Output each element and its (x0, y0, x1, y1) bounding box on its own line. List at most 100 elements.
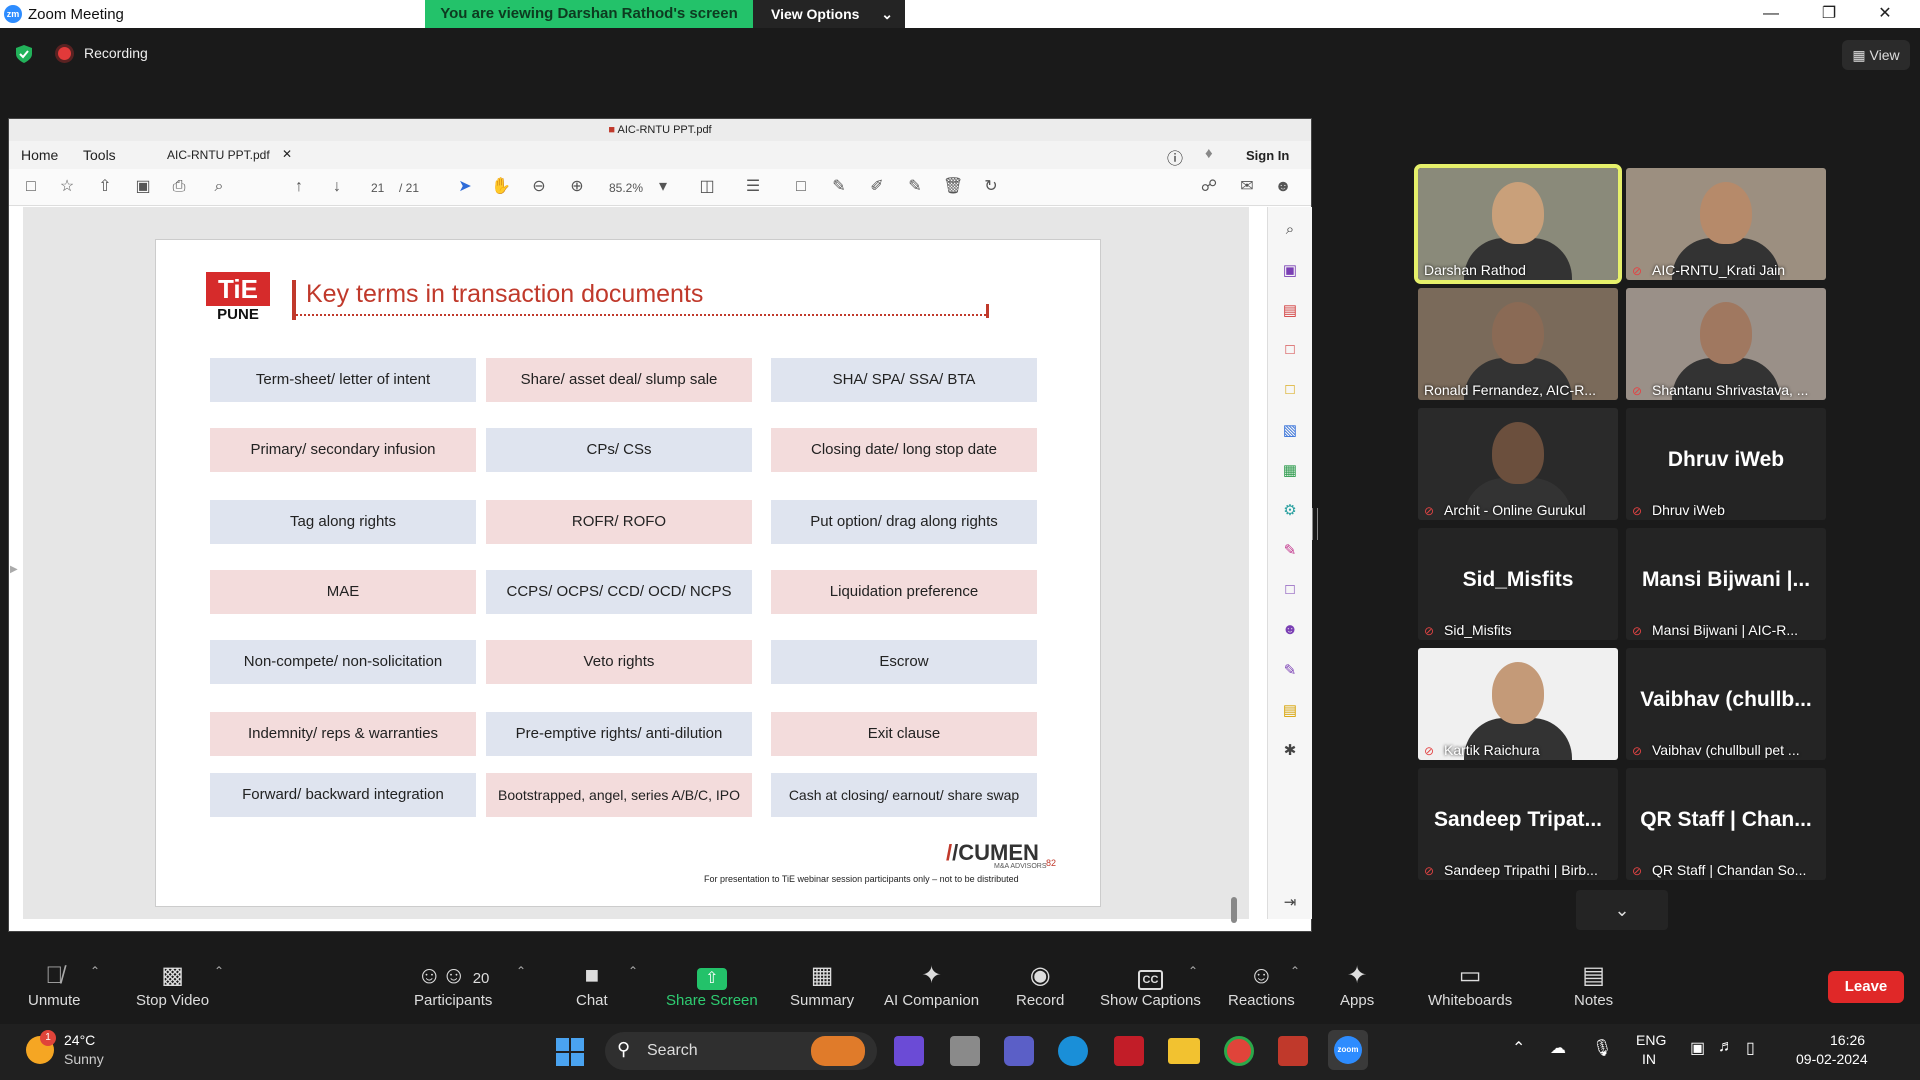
print-icon[interactable]: ⎙ (169, 177, 189, 197)
participant-tile[interactable]: Archit - Online Gurukul ⊘ (1418, 408, 1618, 520)
rotate-icon[interactable]: ↻ (981, 177, 1001, 197)
draw-icon[interactable]: ✐ (867, 177, 887, 197)
collapse-panel-icon[interactable]: ⇥ (1280, 893, 1300, 913)
zoom-out-icon[interactable]: ⊖ (529, 177, 549, 197)
view-options-button[interactable]: View Options ⌄ (753, 0, 905, 28)
file-explorer-icon[interactable] (1168, 1038, 1200, 1064)
participant-tile[interactable]: Ronald Fernandez, AIC-R... (1418, 288, 1618, 400)
comment-panel-icon[interactable]: □ (1280, 381, 1300, 401)
ai-companion-button[interactable]: ✦ AI Companion (884, 960, 979, 1009)
protect-icon[interactable]: □ (1280, 581, 1300, 601)
splitter-handle[interactable] (1312, 508, 1318, 540)
lang-primary[interactable]: ENG (1636, 1032, 1666, 1048)
delete-icon[interactable]: 🗑 (943, 177, 963, 197)
volume-icon[interactable]: ♬ (1718, 1038, 1734, 1056)
mcafee-icon[interactable] (1114, 1036, 1144, 1066)
reactions-button[interactable]: ☺ Reactions (1228, 960, 1295, 1009)
participant-tile[interactable]: Darshan Rathod (1414, 164, 1622, 284)
unmute-button[interactable]: 🎙̸ Unmute (28, 960, 81, 1009)
export-pdf-icon[interactable]: □ (1280, 341, 1300, 361)
page-up-icon[interactable]: ↑ (289, 177, 309, 197)
scrollbar-thumb[interactable] (1231, 897, 1237, 923)
organize-pages-icon[interactable]: ▤ (1280, 301, 1300, 321)
video-options-caret-icon[interactable]: ⌃ (214, 964, 224, 978)
audio-options-caret-icon[interactable]: ⌃ (90, 964, 100, 978)
windows-start-icon[interactable] (556, 1038, 584, 1066)
edge-icon[interactable] (1058, 1036, 1088, 1066)
chat-button[interactable]: ■ Chat (576, 960, 608, 1009)
summary-button[interactable]: ▦ Summary (790, 960, 854, 1009)
star-icon[interactable]: ☆ (57, 177, 77, 197)
participant-tile[interactable]: Sid_Misfits Sid_Misfits ⊘ (1418, 528, 1618, 640)
participants-caret-icon[interactable]: ⌃ (516, 964, 526, 978)
onedrive-cloud-icon[interactable]: ☁ (1550, 1038, 1566, 1058)
sign-in-link[interactable]: Sign In (1246, 148, 1289, 163)
chat-caret-icon[interactable]: ⌃ (628, 964, 638, 978)
participant-tile[interactable]: Dhruv iWeb Dhruv iWeb ⊘ (1626, 408, 1826, 520)
bell-icon[interactable]: ♦ (1205, 145, 1213, 162)
scroll-mode-icon[interactable]: ☰ (743, 177, 763, 197)
participants-button[interactable]: ☺☺ 20 Participants (414, 960, 492, 1009)
file-icon[interactable]: ▣ (133, 177, 153, 197)
scan-icon[interactable]: ▤ (1280, 701, 1300, 721)
copilot-app-icon[interactable] (894, 1036, 924, 1066)
zoom-taskbar-button[interactable]: zoom (1328, 1030, 1368, 1070)
tab-close-icon[interactable]: ✕ (282, 147, 292, 161)
participant-tile[interactable]: Mansi Bijwani |... Mansi Bijwani | AIC-R.… (1626, 528, 1826, 640)
edit-pdf-icon[interactable]: ▦ (1280, 461, 1300, 481)
sign-icon[interactable]: ✎ (1280, 661, 1300, 681)
reactions-caret-icon[interactable]: ⌃ (1290, 964, 1300, 978)
clock-time[interactable]: 16:26 (1830, 1032, 1865, 1048)
tools-icon[interactable]: ✱ (1280, 741, 1300, 761)
chrome-icon[interactable] (1224, 1036, 1254, 1066)
tray-chevron-icon[interactable]: ⌃ (1512, 1038, 1525, 1058)
stamp-icon[interactable]: ✎ (905, 177, 925, 197)
comment-icon[interactable]: □ (791, 177, 811, 197)
record-button[interactable]: ◉ Record (1016, 960, 1064, 1009)
zoom-dropdown-icon[interactable]: ▾ (653, 177, 673, 197)
hand-icon[interactable]: ✋ (491, 177, 511, 197)
participant-tile[interactable]: QR Staff | Chan... QR Staff | Chandan So.… (1626, 768, 1826, 880)
fill-sign-icon[interactable]: ✎ (1280, 541, 1300, 561)
captions-caret-icon[interactable]: ⌃ (1188, 964, 1198, 978)
teams-icon[interactable] (1004, 1036, 1034, 1066)
zoom-out-search-icon[interactable]: ⌕ (209, 177, 229, 197)
zoom-level[interactable]: 85.2% (609, 181, 643, 195)
create-pdf-icon[interactable]: ▣ (1280, 261, 1300, 281)
close-icon[interactable]: ✕ (1862, 2, 1908, 26)
network-icon[interactable]: ▣ (1690, 1038, 1705, 1058)
task-view-icon[interactable] (950, 1036, 980, 1066)
account-icon[interactable]: ☻ (1273, 177, 1293, 197)
battery-icon[interactable]: ▯ (1746, 1038, 1755, 1058)
leave-button[interactable]: Leave (1828, 971, 1904, 1003)
fit-page-icon[interactable]: ◫ (697, 177, 717, 197)
acrobat-icon[interactable] (1278, 1036, 1308, 1066)
whiteboards-button[interactable]: ▭ Whiteboards (1428, 960, 1512, 1009)
tab-tools[interactable]: Tools (83, 147, 116, 163)
taskbar-search-box[interactable]: ⚲ Search (605, 1032, 877, 1070)
link-icon[interactable]: ☍ (1199, 177, 1219, 197)
select-cursor-icon[interactable]: ➤ (455, 177, 475, 197)
microphone-tray-icon[interactable]: 🎙 (1592, 1038, 1612, 1058)
lang-secondary[interactable]: IN (1642, 1051, 1656, 1067)
participant-tile[interactable]: Kartik Raichura ⊘ (1418, 648, 1618, 760)
request-signature-icon[interactable]: ☻ (1280, 621, 1300, 641)
participant-tile[interactable]: Vaibhav (chullb... Vaibhav (chullbull pet… (1626, 648, 1826, 760)
page-number-input[interactable]: 21 (371, 181, 384, 195)
help-icon[interactable]: ⓘ (1167, 145, 1183, 169)
gallery-scroll-down-icon[interactable]: ⌄ (1576, 890, 1668, 930)
encryption-shield-icon[interactable] (16, 45, 32, 63)
mail-icon[interactable]: ✉ (1237, 177, 1257, 197)
left-collapse-icon[interactable]: ▶ (10, 564, 18, 575)
highlight-icon[interactable]: ✎ (829, 177, 849, 197)
participant-tile[interactable]: Shantanu Shrivastava, ... ⊘ (1626, 288, 1826, 400)
save-icon[interactable]: □ (21, 177, 41, 197)
notes-button[interactable]: ▤ Notes (1574, 960, 1613, 1009)
apps-button[interactable]: ✦ Apps (1340, 960, 1374, 1009)
compress-icon[interactable]: ⚙ (1280, 501, 1300, 521)
share-screen-button[interactable]: ⇧ Share Screen (666, 960, 758, 1009)
participant-tile[interactable]: AIC-RNTU_Krati Jain ⊘ (1626, 168, 1826, 280)
tab-document[interactable]: AIC-RNTU PPT.pdf (167, 148, 270, 162)
restore-icon[interactable]: ❐ (1806, 2, 1852, 26)
upload-icon[interactable]: ⇧ (95, 177, 115, 197)
